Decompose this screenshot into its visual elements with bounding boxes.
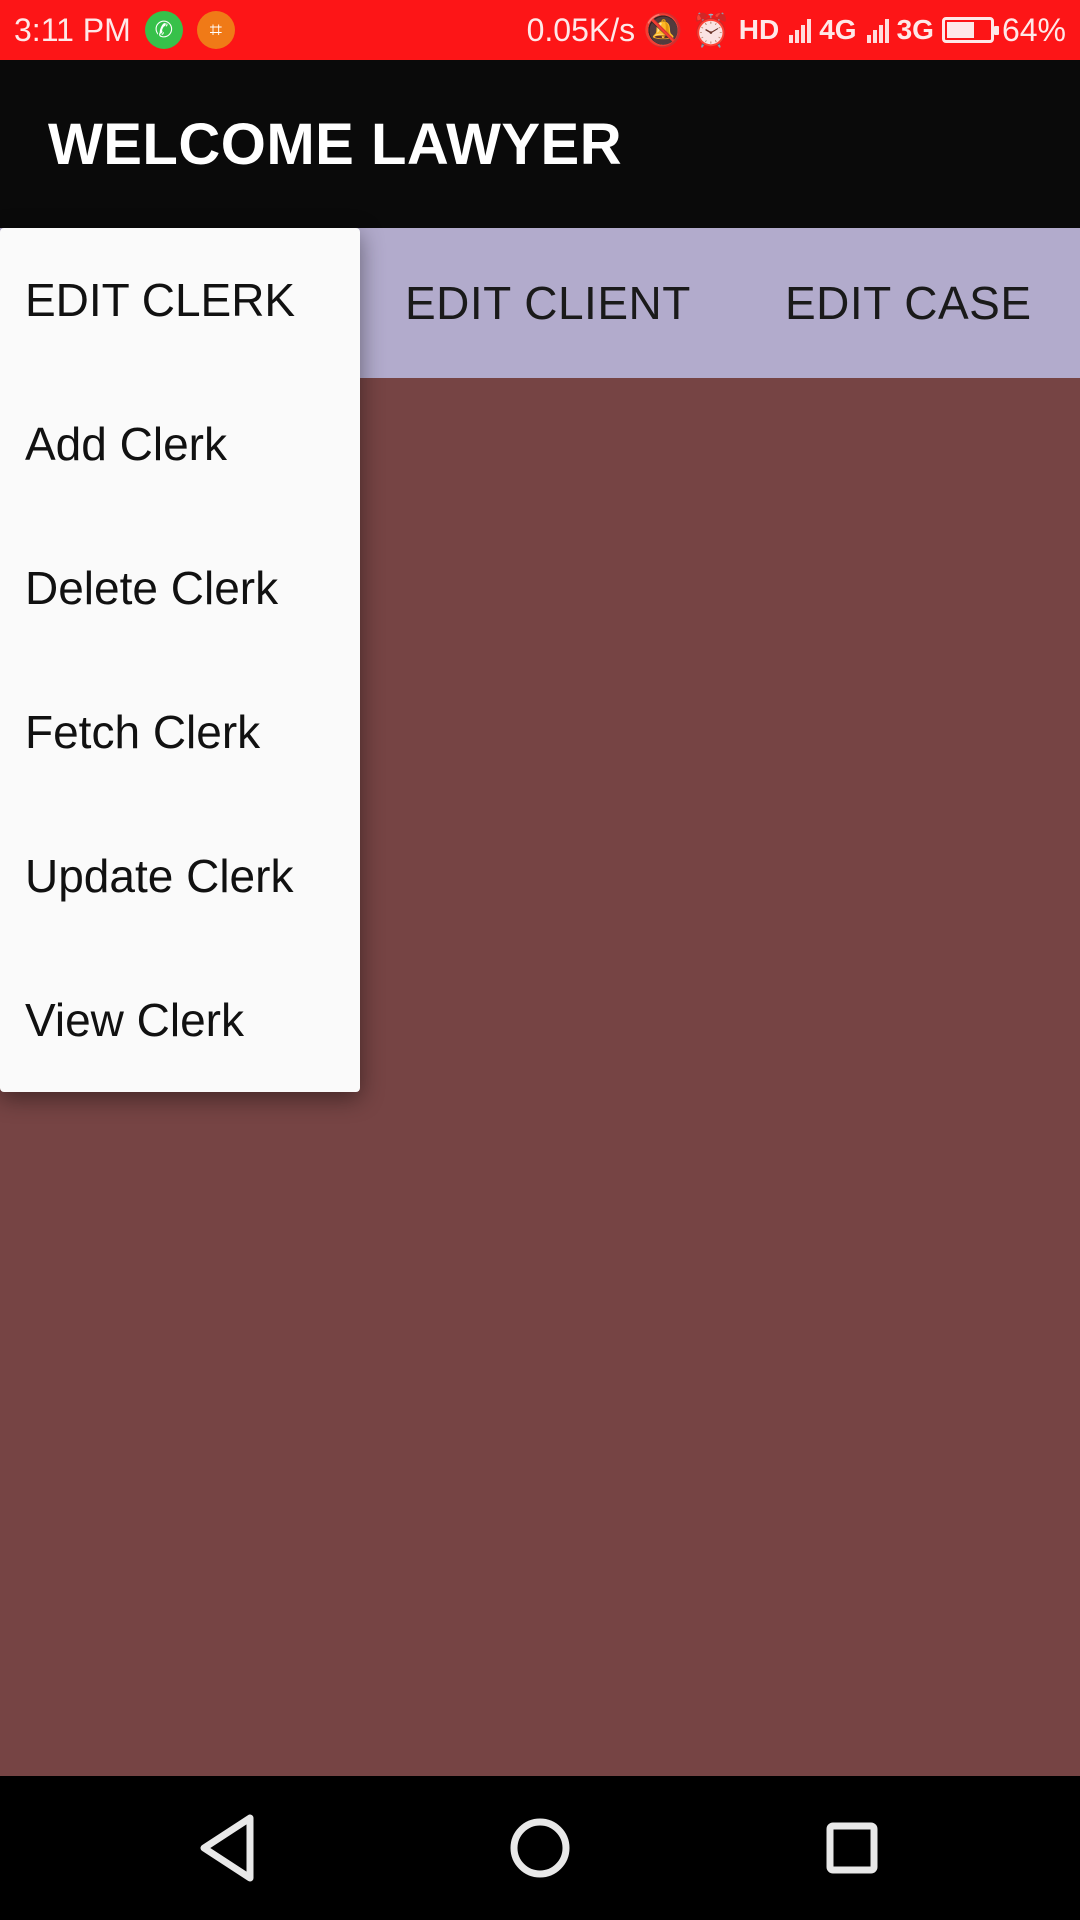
navigation-bar — [0, 1776, 1080, 1920]
status-bar: 3:11 PM ✆ ⌗ 0.05K/s 🔕 ⏰ HD 4G 3G 64% — [0, 0, 1080, 60]
network-speed: 0.05K/s — [526, 11, 636, 48]
clerk-popup-menu: EDIT CLERK Add Clerk Delete Clerk Fetch … — [0, 228, 360, 1092]
menu-item-add-clerk[interactable]: Add Clerk — [0, 372, 360, 516]
menu-item-view-clerk[interactable]: View Clerk — [0, 948, 360, 1092]
battery-fill — [946, 22, 974, 38]
signal-icon-2 — [865, 17, 889, 43]
back-icon[interactable] — [178, 1798, 278, 1898]
tab-edit-client[interactable]: EDIT CLIENT — [405, 228, 691, 378]
network-type-2: 3G — [896, 14, 934, 45]
crop-icon: ⌗ — [196, 11, 235, 49]
mute-icon: 🔕 — [643, 12, 683, 48]
battery-percent: 64% — [1001, 11, 1066, 48]
battery-icon — [941, 17, 999, 43]
menu-item-edit-clerk[interactable]: EDIT CLERK — [0, 228, 360, 372]
recents-icon[interactable] — [802, 1798, 902, 1898]
tab-edit-case[interactable]: EDIT CASE — [785, 228, 1032, 378]
app-bar: WELCOME LAWYER — [0, 60, 1080, 228]
signal-icon — [787, 17, 812, 43]
hd-label: HD — [738, 14, 780, 45]
home-icon[interactable] — [490, 1798, 590, 1898]
status-bar-left: 3:11 PM ✆ ⌗ — [14, 11, 249, 49]
menu-item-fetch-clerk[interactable]: Fetch Clerk — [0, 660, 360, 804]
status-bar-right: 0.05K/s 🔕 ⏰ HD 4G 3G 64% — [519, 11, 1066, 49]
alarm-icon: ⏰ — [690, 12, 731, 48]
menu-item-update-clerk[interactable]: Update Clerk — [0, 804, 360, 948]
page-title: WELCOME LAWYER — [48, 111, 623, 177]
menu-item-delete-clerk[interactable]: Delete Clerk — [0, 516, 360, 660]
status-time: 3:11 PM — [14, 11, 131, 48]
whatsapp-icon: ✆ — [144, 11, 183, 49]
network-type-1: 4G — [819, 14, 857, 45]
